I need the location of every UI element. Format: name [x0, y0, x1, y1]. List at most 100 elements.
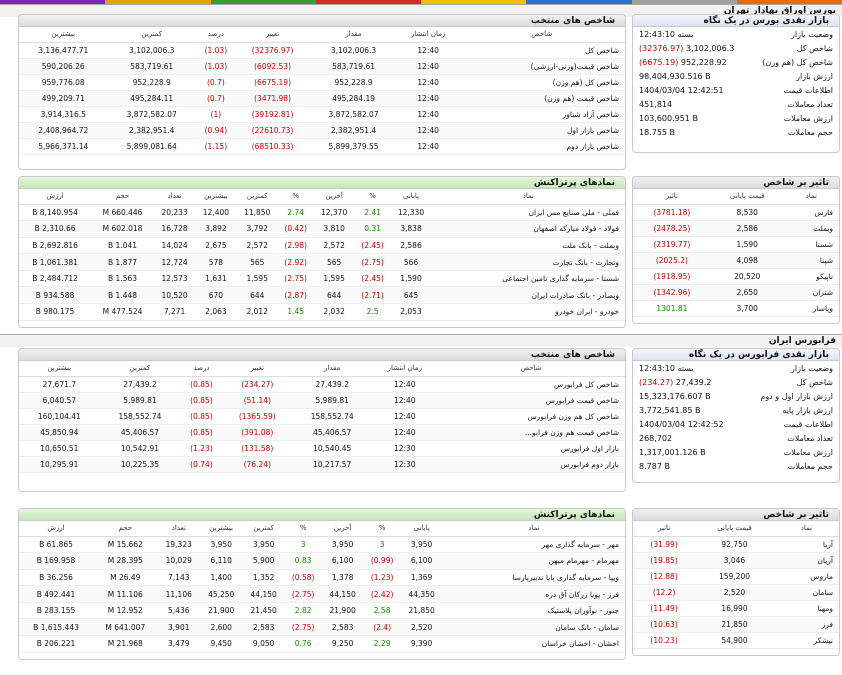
index-row[interactable]: شاخص قیمت(وزنی-ارزشی) 12:40 583,719.61 (609… [19, 58, 625, 75]
index-row[interactable]: بازار دوم فرابورس 12:30 10,217.57 (76.24) (0… [19, 456, 625, 473]
symbol-link[interactable]: مهرمام - مهرمام میهن [442, 552, 625, 570]
top-symbol-row[interactable]: فرز - پویا زرکان آق دره 44,350 (2.42) 44,15… [19, 585, 625, 603]
column-header[interactable]: % [277, 189, 314, 205]
index-cell[interactable]: شاخص کل [458, 42, 625, 59]
column-header[interactable]: بیشترین [199, 521, 243, 537]
symbol-link[interactable]: شستا - سرمایه گذاری تامین اجتماعی [431, 270, 625, 288]
column-header[interactable]: تعداد [157, 521, 200, 537]
impact-row[interactable]: شستا 1,590 (2319.77) [633, 236, 839, 253]
column-header[interactable]: کمترین [242, 521, 285, 537]
column-header[interactable]: نماد [442, 521, 625, 537]
symbol-link[interactable]: خودرو - ایران خودرو [431, 303, 625, 321]
column-header[interactable]: کمترین [236, 189, 278, 205]
symbol-link[interactable]: فولاد - فولاد مبارکه اصفهان [431, 220, 625, 238]
column-header[interactable]: کمترین [99, 361, 181, 377]
column-header[interactable]: بیشترین [19, 27, 108, 43]
column-header[interactable]: آخرین [313, 189, 355, 205]
impact-row[interactable]: وپاسار 3,700 1301.81 [633, 300, 839, 317]
symbol-link[interactable]: اخشان - اخشان خراسان [442, 635, 625, 653]
column-header[interactable]: زمان انتشار [397, 27, 459, 43]
column-header[interactable]: درصد [180, 361, 223, 377]
column-header[interactable]: قیمت پایانی [695, 521, 774, 537]
top-symbol-row[interactable]: ویپا - سرمایه گذاری پایا تدبیرپارسا 1,369… [19, 569, 625, 587]
symbol-link[interactable]: فرز [773, 616, 839, 633]
column-header[interactable]: % [354, 189, 391, 205]
impact-row[interactable]: سامان 2,520 (12.2) [633, 584, 839, 601]
column-header[interactable]: ارزش [19, 521, 94, 537]
column-header[interactable]: مقدار [291, 361, 373, 377]
index-cell[interactable]: شاخص قیمت (هم وزن) [458, 90, 625, 107]
column-header[interactable]: نماد [431, 189, 625, 205]
column-header[interactable]: بیشترین [195, 189, 237, 205]
symbol-link[interactable]: وبملت - بانک ملت [431, 237, 625, 255]
symbol-link[interactable]: ویپا - سرمایه گذاری پایا تدبیرپارسا [442, 569, 625, 587]
symbol-link[interactable]: آریا [773, 536, 839, 553]
column-header[interactable]: حجم [93, 521, 158, 537]
column-header[interactable]: تغییر [235, 27, 310, 43]
symbol-link[interactable]: شستا [783, 236, 839, 253]
index-cell[interactable]: شاخص قیمت(وزنی-ارزشی) [458, 58, 625, 75]
index-cell[interactable]: شاخص قیمت هم وزن فرابو... [437, 424, 625, 441]
top-symbol-row[interactable]: اخشان - اخشان خراسان 9,390 2.29 9,250 0.76 9,… [19, 635, 625, 653]
column-header[interactable]: تاثیر [633, 521, 696, 537]
column-header[interactable]: قیمت پایانی [710, 189, 784, 205]
symbol-link[interactable]: نیشکر [773, 632, 839, 649]
symbol-link[interactable]: وبملت [783, 220, 839, 237]
column-header[interactable]: پایانی [400, 521, 443, 537]
symbol-link[interactable]: فرز - پویا زرکان آق دره [442, 585, 625, 603]
index-row[interactable]: شاخص بازار دوم 12:40 5,899,379.55 (68510.33… [19, 138, 625, 155]
column-header[interactable]: بیشترین [19, 361, 100, 377]
column-header[interactable]: تغییر [222, 361, 292, 377]
index-row[interactable]: شاخص کل 12:40 3,102,006.3 (32376.97) (1.03) 3… [19, 42, 625, 59]
top-symbol-row[interactable]: فولاد - فولاد مبارکه اصفهان 3,838 0.31 3,81… [19, 220, 625, 238]
top-symbol-row[interactable]: وتجارت - بانک تجارت 566 (2.75) 565 (2.92) 565… [19, 253, 625, 271]
top-symbol-row[interactable]: وبملت - بانک ملت 2,586 (2.45) 2,572 (2.98) 2,… [19, 237, 625, 255]
column-header[interactable]: نماد [773, 521, 839, 537]
index-row[interactable]: شاخص کل فرابورس 12:40 27,439.2 (234.27) (0.8… [19, 376, 625, 393]
index-row[interactable]: شاخص قیمت (هم وزن) 12:40 495,284.19 (3471.9… [19, 90, 625, 107]
index-row[interactable]: شاخص آزاد شناور 12:40 3,872,582.07 (39192.8… [19, 106, 625, 123]
impact-row[interactable]: تاپیکو 20,520 (1918.95) [633, 268, 839, 285]
column-header[interactable]: % [363, 521, 401, 537]
impact-row[interactable]: ماروس 159,200 (12.88) [633, 568, 839, 585]
index-row[interactable]: شاخص کل هم وزن فرابورس 12:40 158,552.74 (13… [19, 408, 625, 425]
index-cell[interactable]: شاخص بازار اول [458, 122, 625, 139]
index-row[interactable]: بازار اول فرابورس 12:30 10,540.45 (131.58)(… [19, 440, 625, 457]
top-symbol-row[interactable]: خودرو - ایران خودرو 2,053 2.5 2,032 1.45 2,01… [19, 303, 625, 321]
column-header[interactable]: مقدار [309, 27, 398, 43]
index-cell[interactable]: شاخص آزاد شناور [458, 106, 625, 123]
symbol-link[interactable]: فملی - ملی صنایع مس ایران [431, 204, 625, 222]
symbol-link[interactable]: وپاسار [783, 300, 839, 317]
symbol-link[interactable]: مهر - سرمایه گذاری مهر [442, 536, 625, 554]
top-symbol-row[interactable]: فملی - ملی صنایع مس ایران 12,330 2.41 12,37… [19, 204, 625, 222]
symbol-link[interactable]: وبصادر - بانک صادرات ایران [431, 286, 625, 305]
column-header[interactable]: پایانی [390, 189, 432, 205]
symbol-link[interactable]: وتجارت - بانک تجارت [431, 253, 625, 271]
column-header[interactable]: تعداد [153, 189, 196, 205]
index-cell[interactable]: شاخص بازار دوم [458, 138, 625, 155]
index-cell[interactable]: بازار دوم فرابورس [437, 456, 625, 473]
column-header[interactable]: زمان انتشار [372, 361, 438, 377]
top-symbol-row[interactable]: مهر - سرمایه گذاری مهر 3,950 3 3,950 3 3,950 3… [19, 536, 625, 554]
symbol-link[interactable]: آریان [773, 552, 839, 569]
column-header[interactable]: تاثیر [633, 189, 711, 205]
symbol-link[interactable]: ماروس [773, 568, 839, 585]
column-header[interactable]: شاخص [458, 27, 625, 43]
column-header[interactable]: ارزش [19, 189, 92, 205]
index-cell[interactable]: شاخص کل (هم وزن) [458, 74, 625, 91]
top-symbol-row[interactable]: سامان - بانک سامان 2,520 (2.4) 2,583 (2.75) 2… [19, 618, 625, 637]
impact-row[interactable]: نیشکر 54,900 (10.23) [633, 632, 839, 649]
column-header[interactable]: کمترین [107, 27, 196, 43]
column-header[interactable]: درصد [195, 27, 236, 43]
symbol-link[interactable]: ومهنا [773, 600, 839, 617]
top-symbol-row[interactable]: وبصادر - بانک صادرات ایران 645 (2.71) 644 (2… [19, 286, 625, 305]
top-symbol-row[interactable]: مهرمام - مهرمام میهن 6,100 (0.99) 6,100 0.83… [19, 552, 625, 570]
column-header[interactable]: شاخص [437, 361, 625, 377]
impact-row[interactable]: وبملت 2,586 (2478.25) [633, 220, 839, 237]
symbol-link[interactable]: فارس [783, 204, 839, 221]
symbol-link[interactable]: شتران [783, 284, 839, 301]
impact-row[interactable]: فرز 21,850 (10.63) [633, 616, 839, 633]
impact-row[interactable]: ومهنا 16,990 (11.49) [633, 600, 839, 617]
index-row[interactable]: شاخص بازار اول 12:40 2,382,951.4 (22610.73)… [19, 122, 625, 139]
index-row[interactable]: شاخص قیمت فرابورس 12:40 5,989.81 (51.14) (0.… [19, 392, 625, 409]
